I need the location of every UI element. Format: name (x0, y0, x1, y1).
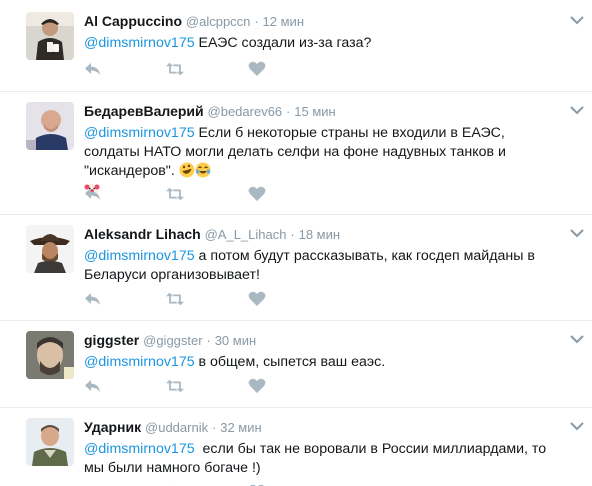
tweet-text: @dimsmirnov175 если бы так не воровали в… (84, 440, 562, 478)
retweet-icon[interactable] (166, 291, 186, 309)
heart-icon[interactable] (248, 186, 268, 204)
avatar[interactable] (26, 331, 74, 379)
tweet-time[interactable]: 15 мин (294, 104, 335, 119)
retweet-icon[interactable] (166, 61, 186, 79)
author-handle[interactable]: @A_L_Lihach (205, 227, 287, 242)
tweet-text: @dimsmirnov175 а потом будут рассказыват… (84, 247, 562, 285)
author-name[interactable]: Al Cappuccino (84, 13, 182, 29)
tears-of-joy-emoji (195, 162, 211, 178)
mention-link[interactable]: @dimsmirnov175 (84, 354, 195, 370)
chevron-down-icon[interactable] (570, 105, 584, 115)
tweet-time[interactable]: 32 мин (220, 420, 261, 435)
tweet-time[interactable]: 12 мин (263, 14, 304, 29)
heart-icon[interactable] (248, 291, 268, 309)
tweet-text: @dimsmirnov175 ЕАЭС создали из-за газа? (84, 34, 562, 53)
author-name[interactable]: БедаревВалерий (84, 103, 204, 119)
reply-icon[interactable] (84, 186, 104, 204)
avatar[interactable] (26, 102, 74, 150)
tweet[interactable]: БедаревВалерий @bedarev66 · 15 мин @dims… (0, 92, 592, 215)
heart-icon[interactable] (248, 378, 268, 396)
rofl-emoji (179, 162, 195, 178)
separator-dot: · (254, 14, 259, 29)
tweet-time[interactable]: 30 мин (215, 333, 256, 348)
separator-dot: · (211, 420, 217, 435)
author-name[interactable]: Ударник (84, 419, 141, 435)
tweet-time[interactable]: 18 мин (299, 227, 340, 242)
tweet-text: @dimsmirnov175 Если б некоторые страны н… (84, 124, 562, 200)
tweet[interactable]: Ударник @uddarnik · 32 мин @dimsmirnov17… (0, 408, 592, 486)
mention-link[interactable]: @dimsmirnov175 (84, 35, 195, 51)
chevron-down-icon[interactable] (570, 228, 584, 238)
separator-dot: · (286, 104, 291, 119)
mention-link[interactable]: @dimsmirnov175 (84, 441, 195, 457)
tweet-feed: Al Cappuccino @alcppccn · 12 мин @dimsmi… (0, 0, 592, 486)
tweet[interactable]: giggster @giggster · 30 мин @dimsmirnov1… (0, 321, 592, 408)
tweet-body: ЕАЭС создали из-за газа? (194, 35, 372, 51)
tweet-body: в общем, сыпется ваш еаэс. (194, 354, 386, 370)
author-name[interactable]: Aleksandr Lihach (84, 226, 201, 242)
mention-link[interactable]: @dimsmirnov175 (84, 248, 195, 264)
separator-dot: · (206, 333, 211, 348)
author-handle[interactable]: @uddarnik (145, 420, 208, 435)
tweet[interactable]: Aleksandr Lihach @A_L_Lihach · 18 мин @d… (0, 215, 592, 321)
tweet[interactable]: Al Cappuccino @alcppccn · 12 мин @dimsmi… (0, 0, 592, 92)
tweet-text: @dimsmirnov175 в общем, сыпется ваш еаэс… (84, 353, 562, 372)
reply-icon[interactable] (84, 61, 104, 79)
author-name[interactable]: giggster (84, 332, 139, 348)
separator-dot: · (290, 227, 295, 242)
retweet-icon[interactable] (166, 378, 186, 396)
chevron-down-icon[interactable] (570, 421, 584, 431)
heart-icon[interactable] (248, 61, 268, 79)
reply-icon[interactable] (84, 378, 104, 396)
chevron-down-icon[interactable] (570, 334, 584, 344)
reply-icon[interactable] (84, 291, 104, 309)
avatar[interactable] (26, 418, 74, 466)
avatar[interactable] (26, 12, 74, 60)
retweet-icon[interactable] (166, 186, 186, 204)
mention-link[interactable]: @dimsmirnov175 (84, 125, 195, 141)
author-handle[interactable]: @giggster (143, 333, 202, 348)
chevron-down-icon[interactable] (570, 15, 584, 25)
author-handle[interactable]: @alcppccn (186, 14, 251, 29)
avatar[interactable] (26, 225, 74, 273)
author-handle[interactable]: @bedarev66 (208, 104, 283, 119)
